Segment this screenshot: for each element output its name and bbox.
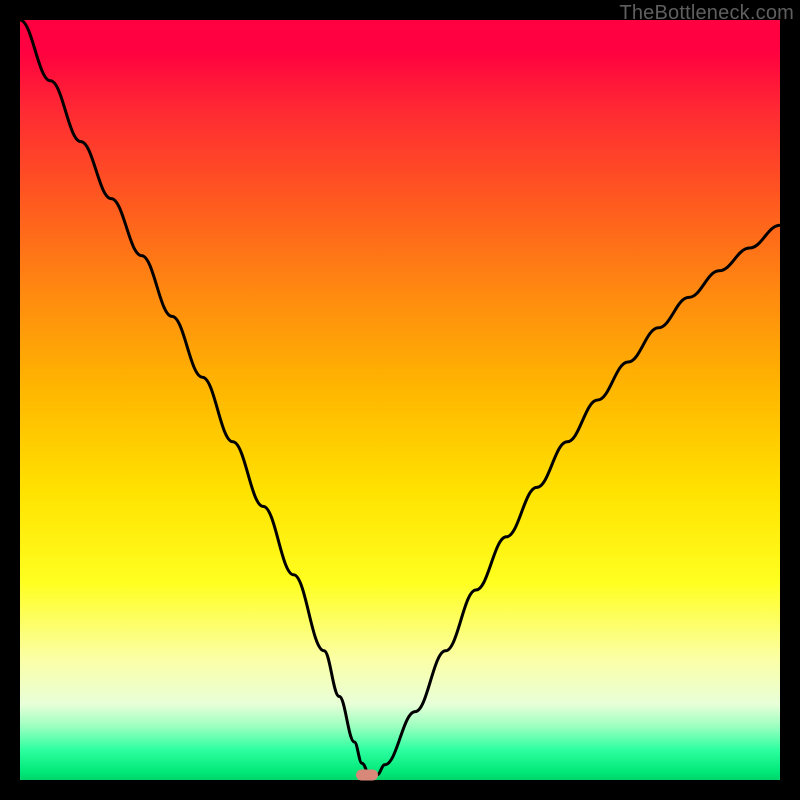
plot-area [20,20,780,780]
bottleneck-curve [20,20,780,780]
curve-path [20,20,780,775]
watermark-text: TheBottleneck.com [619,2,794,25]
chart-frame: TheBottleneck.com [0,0,800,800]
optimum-marker [356,769,378,780]
